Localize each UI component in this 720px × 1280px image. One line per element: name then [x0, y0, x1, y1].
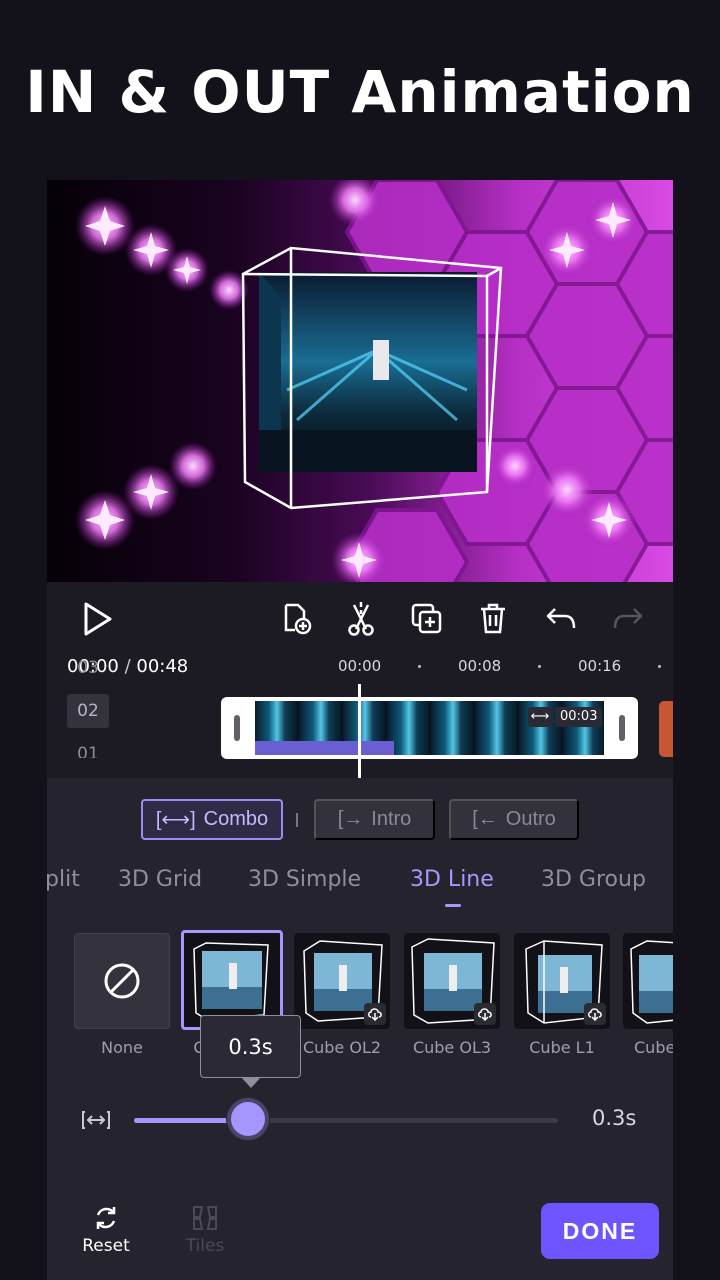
download-icon [584, 1003, 606, 1025]
duration-icon [81, 1109, 111, 1131]
effect-cube-ol2[interactable] [294, 933, 390, 1029]
timeline[interactable]: 00:00 / 00:48 00:00 00:08 00:16 03 02 01… [47, 656, 673, 778]
tab-outro-label: Outro [505, 808, 556, 830]
clip-right-handle[interactable] [619, 715, 625, 741]
animation-panel: [⟷] Combo [→ Intro [← Outro plit 3D Grid… [47, 778, 673, 1280]
outro-icon: [← [472, 808, 498, 830]
add-clip-icon[interactable] [278, 600, 316, 638]
next-clip[interactable] [659, 701, 673, 757]
category-tab[interactable]: 3D Simple [248, 867, 361, 892]
category-tab[interactable]: 3D Group [541, 867, 646, 892]
tab-outro[interactable]: [← Outro [449, 799, 579, 840]
download-icon [474, 1003, 496, 1025]
split-icon[interactable] [342, 600, 380, 638]
play-icon[interactable] [78, 600, 116, 638]
editing-toolbar [47, 582, 673, 656]
reset-label: Reset [82, 1236, 130, 1256]
duration-slider[interactable] [134, 1118, 558, 1123]
tiles-icon [193, 1206, 217, 1230]
category-indicator [445, 904, 461, 907]
preview-artwork [75, 180, 673, 582]
effect-none[interactable] [74, 933, 170, 1029]
mode-divider [296, 813, 298, 827]
tab-intro[interactable]: [→ Intro [314, 799, 435, 840]
clip-filmstrip: ⟷ 00:03 [255, 701, 604, 755]
duration-value: 0.3s [592, 1106, 637, 1130]
delete-icon[interactable] [474, 600, 512, 638]
tiles-label: Tiles [185, 1236, 225, 1256]
effect-label: None [101, 1038, 143, 1057]
total-time: 00:48 [136, 656, 189, 677]
video-clip[interactable]: ⟷ 00:03 [221, 697, 638, 759]
category-tab-active[interactable]: 3D Line [410, 867, 494, 892]
tab-combo[interactable]: [⟷] Combo [141, 799, 283, 840]
tab-intro-label: Intro [371, 808, 412, 830]
tiles-button[interactable]: Tiles [165, 1204, 245, 1256]
tooltip-pointer [241, 1077, 261, 1088]
duration-tooltip: 0.3s [200, 1015, 301, 1078]
redo-icon[interactable] [608, 600, 646, 638]
clip-duration: 00:03 [555, 707, 603, 727]
ruler-label: 00:16 [578, 657, 622, 675]
headline: IN & OUT Animation [25, 58, 695, 126]
effect-label: Cube OL2 [302, 1038, 382, 1057]
transition-icon: ⟷ [528, 707, 552, 727]
effect-label: Cube OL3 [412, 1038, 492, 1057]
effect-cube-ol3[interactable] [404, 933, 500, 1029]
tab-combo-label: Combo [203, 808, 269, 830]
combo-icon: [⟷] [155, 809, 196, 831]
effect-cube[interactable] [623, 933, 673, 1029]
ruler-dot [418, 665, 421, 668]
effect-label: Cube [634, 1038, 673, 1057]
none-icon [104, 963, 140, 999]
category-tab[interactable]: plit [47, 867, 80, 892]
done-button[interactable]: DONE [541, 1203, 659, 1259]
track-number[interactable]: 01 [67, 742, 109, 758]
editor-screen: 00:00 / 00:48 00:00 00:08 00:16 03 02 01… [47, 180, 673, 1280]
category-tab[interactable]: 3D Grid [118, 867, 202, 892]
effect-cube-l1[interactable] [514, 933, 610, 1029]
slider-knob[interactable] [227, 1098, 270, 1140]
cube-preview-icon [193, 942, 269, 1020]
undo-icon[interactable] [543, 600, 581, 638]
video-preview[interactable] [47, 180, 673, 582]
reset-icon [96, 1207, 116, 1229]
intro-icon: [→ [337, 808, 364, 830]
time-separator: / [118, 656, 137, 677]
playhead[interactable] [358, 684, 361, 778]
track-number-active[interactable]: 02 [67, 694, 109, 728]
ruler-label: 00:00 [338, 657, 382, 675]
ruler-label: 00:08 [458, 657, 502, 675]
reset-button[interactable]: Reset [66, 1204, 146, 1256]
effect-label: Cube L1 [529, 1038, 595, 1057]
track-number[interactable]: 03 [67, 658, 109, 678]
ruler-dot [538, 665, 541, 668]
download-icon [364, 1003, 386, 1025]
ruler-dot [658, 665, 661, 668]
clip-animation-range [255, 741, 394, 755]
duplicate-icon[interactable] [408, 600, 446, 638]
clip-left-handle[interactable] [234, 715, 240, 741]
cube-preview-icon [630, 940, 673, 1024]
